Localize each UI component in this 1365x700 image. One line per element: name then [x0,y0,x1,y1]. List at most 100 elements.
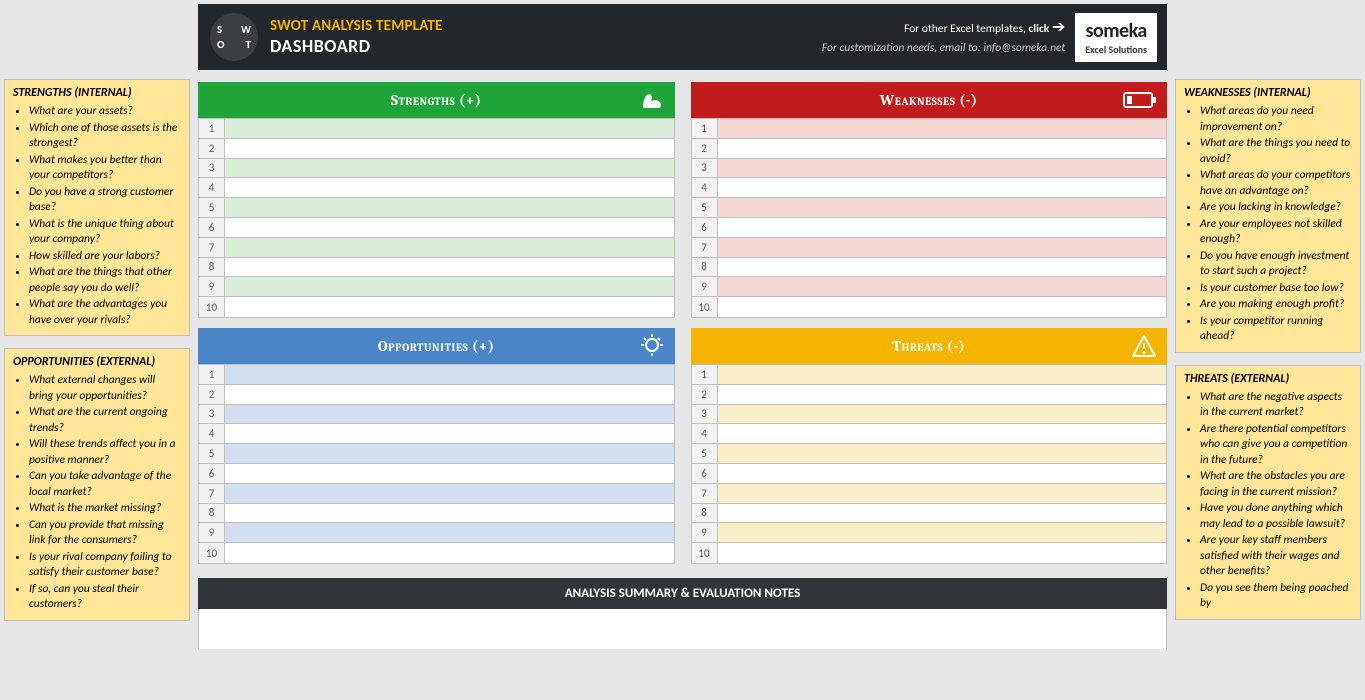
table-row: 8 [692,504,1167,524]
panel-header: Opportunities (+) [198,328,675,364]
row-input-cell[interactable] [225,159,674,178]
brand-logo[interactable]: someka Excel Solutions [1075,13,1157,62]
row-input-cell[interactable] [718,139,1167,158]
row-number: 7 [199,238,225,257]
row-number: 4 [199,424,225,443]
table-row: 1 [692,119,1167,139]
hint-list: What external changes will bring your op… [13,373,181,613]
row-input-cell[interactable] [225,444,674,463]
row-number: 1 [199,365,225,384]
hint-item: If so, can you steal their customers? [29,582,181,613]
table-row: 6 [692,464,1167,484]
swot-logo-icon: SWOT [210,13,258,61]
row-input-cell[interactable] [718,297,1167,317]
row-input-cell[interactable] [225,504,674,523]
panel-weaknesses: Weaknesses (-) 12345678910 [691,82,1168,318]
row-number: 7 [692,238,718,257]
table-row: 5 [199,444,674,464]
table-row: 6 [692,218,1167,238]
row-input-cell[interactable] [718,365,1167,384]
row-input-cell[interactable] [225,258,674,277]
row-input-cell[interactable] [225,424,674,443]
row-number: 1 [692,119,718,138]
summary-body[interactable] [198,609,1167,649]
row-input-cell[interactable] [718,258,1167,277]
row-input-cell[interactable] [718,543,1167,563]
row-input-cell[interactable] [225,238,674,257]
table-row: 1 [199,365,674,385]
table-row: 1 [199,119,674,139]
row-input-cell[interactable] [718,238,1167,257]
row-input-cell[interactable] [225,523,674,542]
row-number: 6 [199,464,225,483]
panel-rows: 12345678910 [691,118,1168,318]
row-number: 6 [692,464,718,483]
templates-click-label: click [1028,22,1049,36]
summary-section: ANALYSIS SUMMARY & EVALUATION NOTES [198,578,1167,649]
row-input-cell[interactable] [225,119,674,138]
row-input-cell[interactable] [718,159,1167,178]
row-number: 9 [199,523,225,542]
hint-item: What is the market missing? [29,501,181,517]
row-input-cell[interactable] [225,543,674,563]
table-row: 7 [692,484,1167,504]
hint-item: Do you have enough investment to start s… [1200,249,1352,280]
hint-item: Is your competitor running ahead? [1200,314,1352,345]
row-input-cell[interactable] [718,444,1167,463]
panel-header: Strengths (+) [198,82,675,118]
table-row: 9 [692,523,1167,543]
table-row: 10 [692,297,1167,317]
table-row: 5 [692,444,1167,464]
row-input-cell[interactable] [225,178,674,197]
row-input-cell[interactable] [718,523,1167,542]
row-input-cell[interactable] [225,405,674,424]
row-input-cell[interactable] [718,464,1167,483]
table-row: 4 [692,178,1167,198]
hint-item: What are the things that other people sa… [29,265,181,296]
row-input-cell[interactable] [718,119,1167,138]
row-number: 2 [692,385,718,404]
row-input-cell[interactable] [718,424,1167,443]
row-input-cell[interactable] [225,218,674,237]
row-input-cell[interactable] [225,385,674,404]
hint-item: What are the obstacles you are facing in… [1200,469,1352,500]
row-input-cell[interactable] [718,504,1167,523]
row-input-cell[interactable] [718,385,1167,404]
hint-title: OPPORTUNITIES (EXTERNAL) [13,355,181,369]
hint-item: Do you have a strong customer base? [29,185,181,216]
row-input-cell[interactable] [718,218,1167,237]
swot-grid: Strengths (+) 12345678910 Weaknesses (-)… [198,82,1167,564]
row-input-cell[interactable] [225,464,674,483]
row-input-cell[interactable] [225,484,674,503]
row-number: 3 [692,405,718,424]
row-input-cell[interactable] [225,297,674,317]
row-input-cell[interactable] [718,198,1167,217]
panel-label: Opportunities (+) [378,337,495,355]
row-input-cell[interactable] [225,198,674,217]
row-number: 5 [199,198,225,217]
templates-link-arrow-icon[interactable]: ➔ [1052,18,1065,37]
table-row: 3 [692,405,1167,425]
hint-list: What areas do you need improvement on?Wh… [1184,104,1352,345]
row-input-cell[interactable] [718,277,1167,296]
left-hint-column: STRENGTHS (INTERNAL) What are your asset… [4,4,190,649]
table-row: 3 [199,159,674,179]
row-input-cell[interactable] [225,139,674,158]
row-number: 3 [692,159,718,178]
row-input-cell[interactable] [225,365,674,384]
panel-header: Weaknesses (-) [691,82,1168,118]
row-number: 1 [692,365,718,384]
hint-threats: THREATS (EXTERNAL) What are the negative… [1175,365,1361,620]
dashboard: STRENGTHS (INTERNAL) What are your asset… [0,0,1365,653]
hint-item: What are the negative aspects in the cur… [1200,390,1352,421]
row-number: 4 [692,424,718,443]
row-input-cell[interactable] [718,178,1167,197]
table-row: 9 [692,277,1167,297]
hint-item: Can you provide that missing link for th… [29,518,181,549]
row-input-cell[interactable] [718,405,1167,424]
table-row: 2 [692,139,1167,159]
row-input-cell[interactable] [718,484,1167,503]
row-input-cell[interactable] [225,277,674,296]
table-row: 6 [199,218,674,238]
table-row: 9 [199,523,674,543]
